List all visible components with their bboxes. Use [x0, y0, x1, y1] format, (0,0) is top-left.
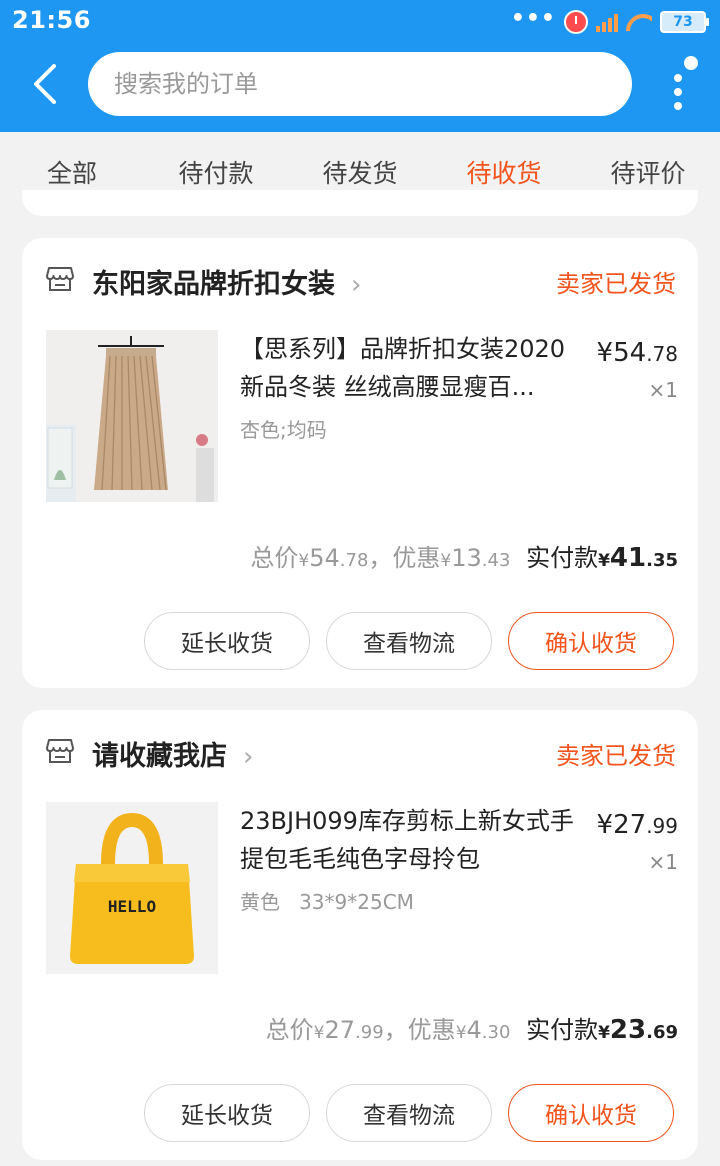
unit-price: ¥27.99 [597, 810, 678, 840]
shop-name-text: 东阳家品牌折扣女装 [92, 269, 335, 300]
shop-name[interactable]: 请收藏我店 › [92, 734, 253, 773]
yen-symbol: ¥ [598, 551, 610, 571]
paid-amount: ¥41.35 [598, 543, 678, 573]
yen-symbol: ¥ [598, 1023, 610, 1043]
discount-decimal: .43 [481, 550, 511, 571]
menu-dot [674, 74, 682, 82]
shop-name-text: 请收藏我店 [92, 741, 227, 772]
discount-decimal: .30 [481, 1022, 511, 1043]
paid-label: 实付款 [526, 544, 599, 572]
order-total-summary: 总价¥54.78，优惠¥13.43 实付款¥41.35 [250, 538, 678, 573]
back-arrow-icon [34, 64, 56, 104]
discount-integer: 4 [466, 1016, 482, 1044]
total-integer: 54 [309, 544, 340, 572]
shop-icon [46, 267, 74, 291]
view-logistics-button[interactable]: 查看物流 [326, 1084, 492, 1142]
product-sku: 黄色 33*9*25CM [240, 890, 414, 914]
discount-label: ，优惠 [383, 1016, 456, 1044]
previous-order-card [22, 190, 698, 216]
order-card: 请收藏我店 › 卖家已发货 HELLO 23BJH099库存剪标上新女式手提包毛毛… [22, 710, 698, 1160]
total-label: 总价 [265, 1016, 314, 1044]
discount-label: ，优惠 [368, 544, 441, 572]
yen-symbol: ¥ [298, 551, 310, 571]
menu-dot [674, 88, 682, 96]
discount-integer: 13 [451, 544, 482, 572]
status-bar: 21:56 ••• 73 [0, 0, 720, 44]
order-status: 卖家已发货 [556, 270, 676, 298]
extend-receipt-button[interactable]: 延长收货 [144, 612, 310, 670]
product-title[interactable]: 【思系列】品牌折扣女装2020新品冬装 丝绒高腰显瘦百... [240, 330, 586, 406]
view-logistics-button[interactable]: 查看物流 [326, 612, 492, 670]
shop-name[interactable]: 东阳家品牌折扣女装 › [92, 262, 361, 301]
wifi-icon [626, 12, 652, 32]
shop-header[interactable]: 请收藏我店 › 卖家已发货 [46, 732, 676, 772]
price-decimal: .99 [646, 814, 678, 838]
yen-symbol: ¥ [455, 1023, 467, 1043]
price-integer: ¥54 [596, 338, 647, 368]
status-icons: ••• 73 [510, 6, 709, 36]
search-input[interactable] [88, 52, 632, 116]
unit-price: ¥54.78 [597, 338, 678, 368]
order-card: 东阳家品牌折扣女装 › 卖家已发货 【思系列】品牌折扣女装2020新品冬装 丝绒高… [22, 238, 698, 688]
bag-print-text: HELLO [108, 897, 156, 916]
alarm-icon [564, 10, 588, 34]
quantity: ×1 [648, 850, 678, 874]
battery-icon: 73 [660, 11, 709, 33]
quantity: ×1 [648, 378, 678, 402]
shop-icon [46, 739, 74, 763]
paid-integer: 23 [609, 1015, 647, 1045]
total-decimal: .99 [355, 1022, 384, 1043]
back-button[interactable] [28, 60, 68, 108]
paid-integer: 41 [609, 543, 647, 573]
more-notifications-icon: ••• [510, 6, 556, 31]
order-total-summary: 总价¥27.99，优惠¥4.30 实付款¥23.69 [266, 1010, 678, 1045]
confirm-receipt-button[interactable]: 确认收货 [508, 612, 674, 670]
confirm-receipt-button[interactable]: 确认收货 [508, 1084, 674, 1142]
handbag-image: HELLO [46, 802, 218, 974]
search-box [88, 52, 632, 116]
total-decimal: .78 [339, 550, 369, 571]
paid-decimal: .35 [646, 550, 678, 571]
menu-dot [674, 102, 682, 110]
app-header: 21:56 ••• 73 [0, 0, 720, 132]
price-integer: ¥27 [596, 810, 647, 840]
status-time: 21:56 [12, 6, 91, 34]
more-menu-button[interactable] [664, 54, 704, 110]
product-image-skirt[interactable] [46, 330, 218, 502]
paid-label: 实付款 [526, 1016, 599, 1044]
product-title[interactable]: 23BJH099库存剪标上新女式手提包毛毛纯色字母拎包 [240, 802, 586, 878]
chevron-right-icon: › [243, 742, 254, 772]
total-integer: 27 [324, 1016, 356, 1044]
notification-dot [684, 56, 698, 70]
price-decimal: .78 [646, 342, 678, 366]
paid-amount: ¥23.69 [598, 1015, 678, 1045]
paid-decimal: .69 [646, 1022, 678, 1043]
yen-symbol: ¥ [440, 551, 452, 571]
product-image-handbag[interactable]: HELLO [46, 802, 218, 974]
chevron-right-icon: › [351, 270, 362, 300]
yen-symbol: ¥ [313, 1023, 325, 1043]
signal-icon [596, 12, 618, 32]
order-status: 卖家已发货 [556, 742, 676, 770]
extend-receipt-button[interactable]: 延长收货 [144, 1084, 310, 1142]
total-label: 总价 [250, 544, 299, 572]
product-sku: 杏色;均码 [240, 418, 327, 442]
shop-header[interactable]: 东阳家品牌折扣女装 › 卖家已发货 [46, 260, 676, 300]
skirt-image [46, 330, 218, 502]
